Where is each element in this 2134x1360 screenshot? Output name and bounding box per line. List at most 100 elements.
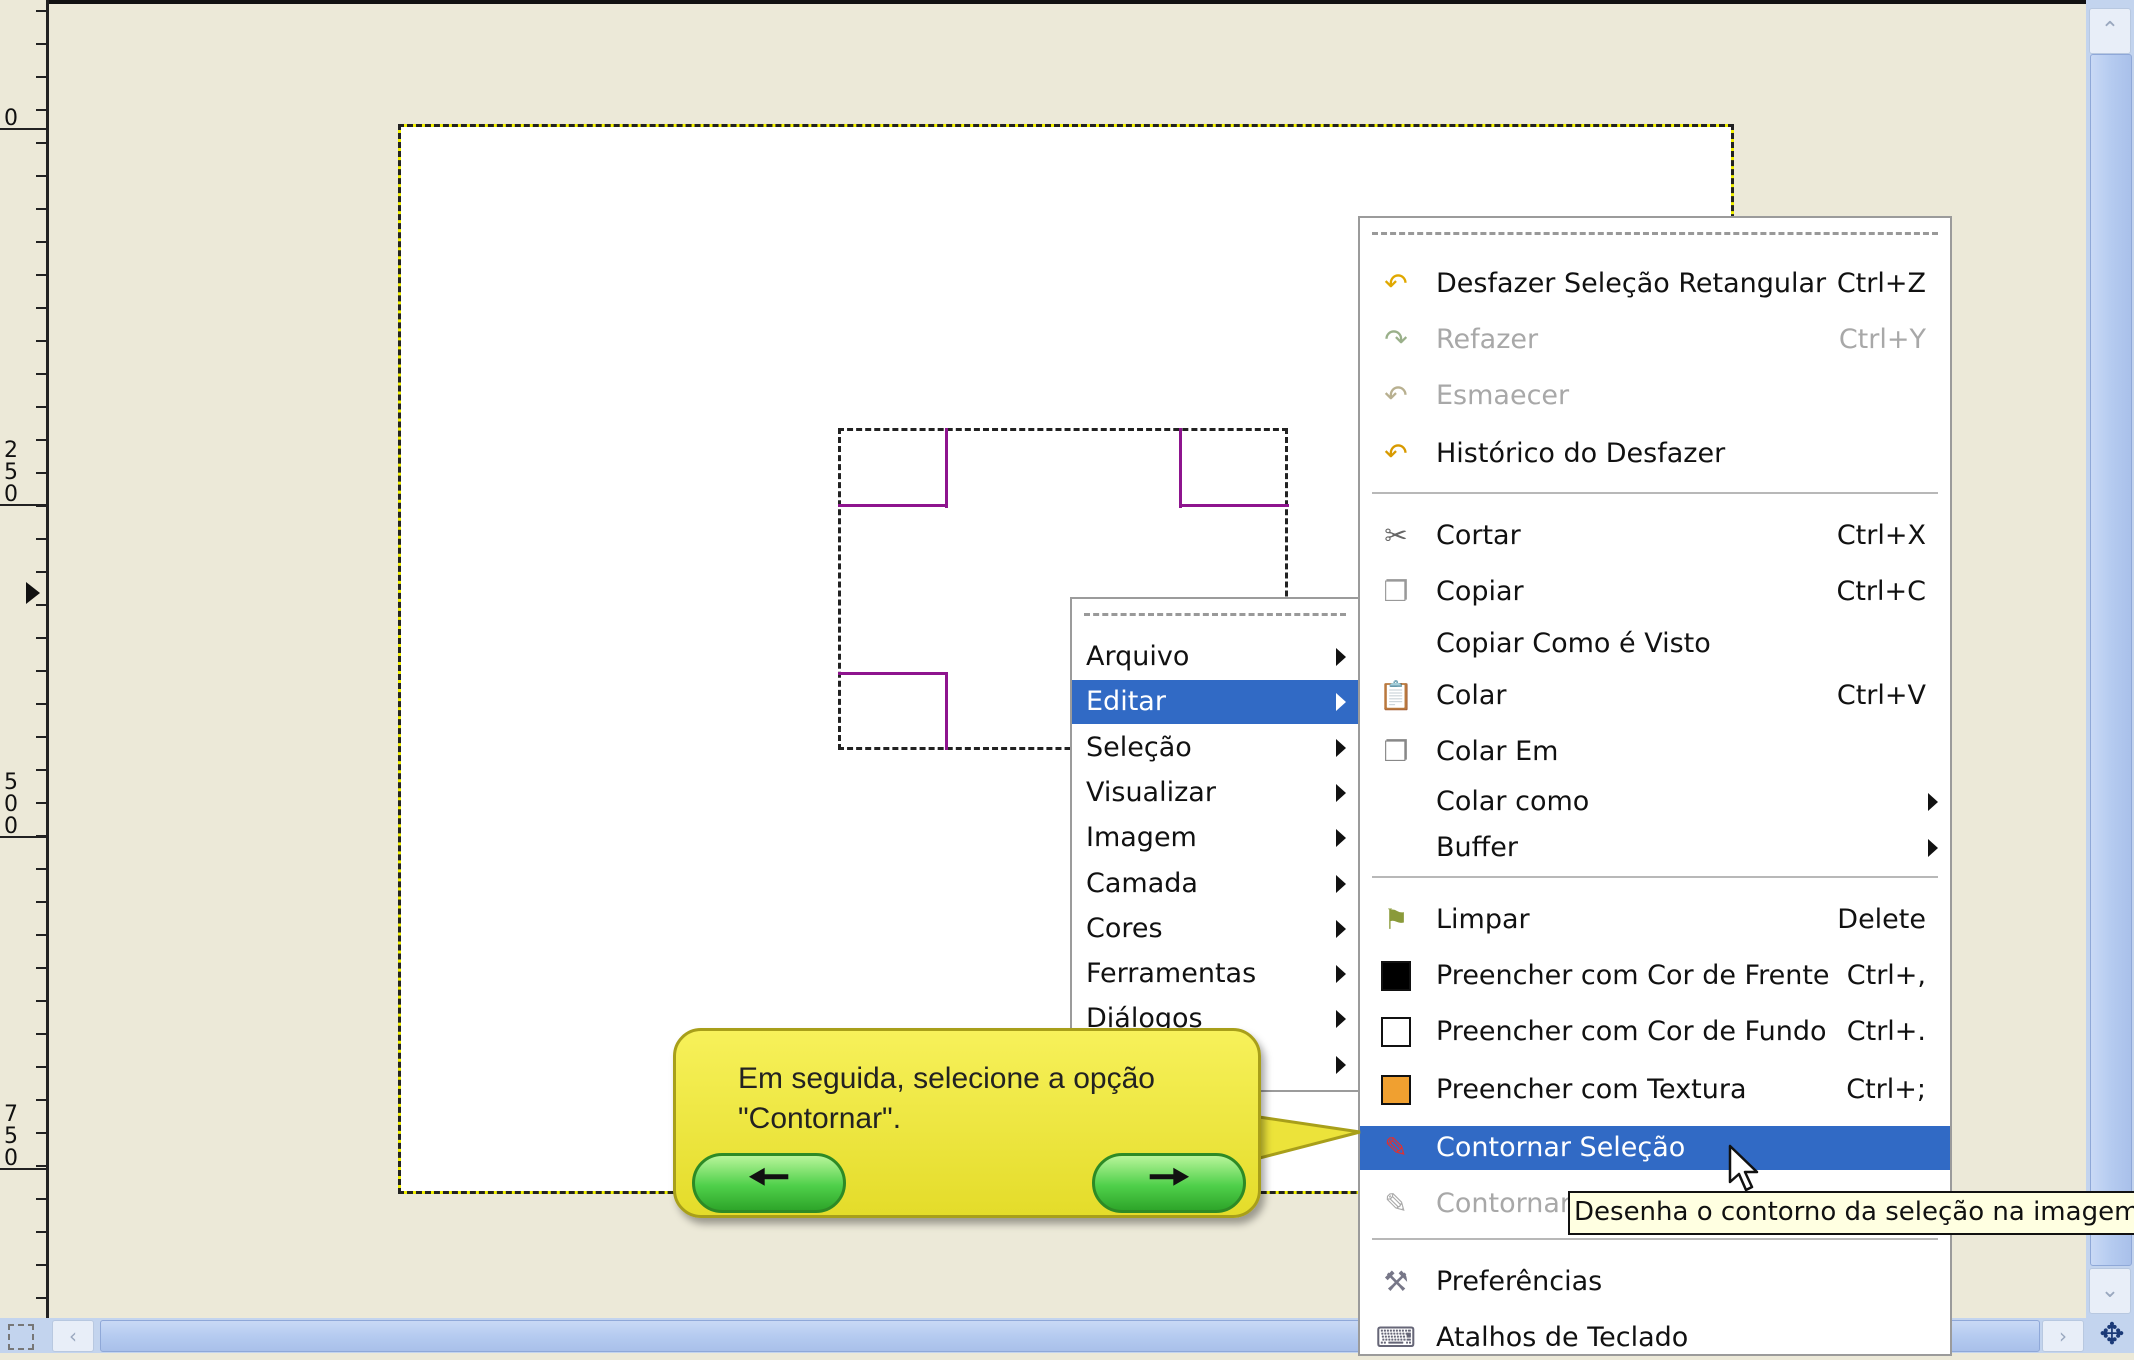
ruler-tick <box>36 1198 46 1200</box>
tooltip: Desenha o contorno da seleção na imagem <box>1568 1191 2134 1235</box>
edit-menu-item[interactable]: ⌨ Atalhos de Teclado <box>1360 1316 1950 1360</box>
submenu-arrow-icon <box>1336 965 1346 984</box>
vertical-scrollbar[interactable]: ⌃ ⌄ <box>2086 0 2134 1318</box>
edit-menu-item[interactable]: Preencher com Cor de Fundo Ctrl+. <box>1360 1010 1950 1054</box>
shortcut-label: Ctrl+; <box>1846 1074 1926 1105</box>
clear-icon: ⚑ <box>1383 903 1409 936</box>
scissors-icon: ✂ <box>1384 519 1408 552</box>
submenu-arrow-icon <box>1336 1010 1346 1029</box>
menu-item-imagem[interactable]: Imagem <box>1072 816 1358 860</box>
menu-item-selecao[interactable]: Seleção <box>1072 726 1358 770</box>
menu-item-label: Arquivo <box>1086 641 1190 672</box>
ruler-tick <box>36 868 46 870</box>
ruler-tick <box>36 1000 46 1002</box>
ruler-label-digit: 0 <box>4 814 18 839</box>
edit-menu-item[interactable]: ⚒ Preferências <box>1360 1260 1950 1304</box>
menu-item-editar[interactable]: Editar <box>1072 680 1358 725</box>
scroll-up-icon[interactable]: ⌃ <box>2089 8 2131 54</box>
mouse-cursor-icon <box>1728 1144 1759 1192</box>
ruler-tick <box>36 538 46 540</box>
arrow-right-icon: 🠖 <box>1147 1148 1190 1205</box>
paste-into-icon: ❐ <box>1383 735 1409 768</box>
redo-icon: ↷ <box>1384 323 1408 356</box>
window-top-border <box>46 0 2086 4</box>
submenu-arrow-icon <box>1336 783 1346 802</box>
edit-menu-item[interactable]: Colar como <box>1360 780 1950 824</box>
ruler-tick <box>36 10 46 12</box>
ruler-tick <box>36 274 46 276</box>
edit-menu-item-label: Refazer <box>1436 324 1539 355</box>
ruler-tick <box>36 901 46 903</box>
ruler-tick <box>36 1132 46 1134</box>
ruler-label-digit: 0 <box>4 106 18 131</box>
shortcut-label: Ctrl+X <box>1836 520 1926 551</box>
menu-item-label: Visualizar <box>1086 776 1216 808</box>
next-button[interactable]: 🠖 <box>1092 1149 1246 1213</box>
menu-separator <box>1372 1238 1938 1240</box>
ruler-tick <box>36 340 46 342</box>
menu-item-label: Camada <box>1086 867 1198 899</box>
ruler-tick <box>36 373 46 375</box>
vertical-scroll-thumb[interactable] <box>2090 54 2132 1266</box>
quick-mask-icon[interactable] <box>8 1324 34 1350</box>
menu-tearoff[interactable] <box>1084 613 1346 616</box>
stroke-selection-icon: ✎ <box>1384 1131 1408 1164</box>
menu-item-arquivo[interactable]: Arquivo <box>1072 635 1358 679</box>
navigate-icon[interactable]: ✥ <box>2094 1320 2130 1350</box>
ruler-label-digit: 0 <box>4 1146 18 1171</box>
edit-menu-item[interactable]: ❐ Colar Em <box>1360 730 1950 774</box>
edit-menu-item-label: Copiar <box>1436 576 1524 607</box>
menu-item-ferramentas[interactable]: Ferramentas <box>1072 952 1358 996</box>
edit-menu-item[interactable]: ✎ Contornar Seleção <box>1360 1126 1950 1170</box>
back-button[interactable]: 🠔 <box>692 1149 846 1213</box>
edit-menu-item[interactable]: Buffer <box>1360 826 1950 870</box>
edit-menu-item[interactable]: ↶ Esmaecer <box>1360 374 1950 418</box>
menu-separator <box>1372 876 1938 878</box>
edit-menu-item-label: Limpar <box>1436 904 1530 935</box>
preferences-icon: ⚒ <box>1383 1265 1409 1298</box>
shortcut-label: Ctrl+V <box>1836 680 1926 711</box>
arrow-left-icon: 🠔 <box>747 1148 790 1205</box>
undo-history-icon: ↶ <box>1384 437 1408 470</box>
ruler-tick <box>36 406 46 408</box>
vertical-ruler[interactable]: 0250500750 <box>0 0 49 1318</box>
callout-text: Em seguida, selecione a opção "Contornar… <box>738 1062 1155 1135</box>
menu-item-camada[interactable]: Camada <box>1072 862 1358 906</box>
submenu-tearoff[interactable] <box>1372 232 1938 235</box>
stroke-path-icon: ✎ <box>1384 1187 1408 1220</box>
edit-menu-item[interactable]: ↶ Histórico do Desfazer <box>1360 432 1950 476</box>
edit-menu-item[interactable]: Preencher com Textura Ctrl+; <box>1360 1068 1950 1112</box>
edit-menu-item-label: Esmaecer <box>1436 380 1570 411</box>
ruler-label-digit: 5 <box>4 1124 18 1149</box>
image-context-menu: Arquivo Editar Seleção Visualizar Imagem Cama… <box>1070 597 1360 1092</box>
edit-menu-item[interactable]: ↶ Desfazer Seleção Retangular Ctrl+Z <box>1360 262 1950 306</box>
edit-menu-item[interactable]: ✂ Cortar Ctrl+X <box>1360 514 1950 558</box>
scroll-right-icon[interactable]: › <box>2042 1320 2084 1352</box>
guide-line <box>838 504 948 507</box>
edit-menu-item[interactable]: Copiar Como é Visto <box>1360 622 1950 666</box>
scroll-down-icon[interactable]: ⌄ <box>2089 1268 2131 1314</box>
edit-menu-item[interactable]: Preencher com Cor de Frente Ctrl+, <box>1360 954 1950 998</box>
undo-icon: ↶ <box>1384 267 1408 300</box>
edit-menu-item-label: Contornar <box>1436 1188 1571 1219</box>
ruler-label-digit: 2 <box>4 438 18 463</box>
submenu-arrow-icon <box>1336 874 1346 893</box>
ruler-tick <box>36 769 46 771</box>
edit-menu-item[interactable]: ⚑ Limpar Delete <box>1360 898 1950 942</box>
submenu-arrow-icon <box>1928 793 1938 811</box>
ruler-label-digit: 5 <box>4 460 18 485</box>
ruler-tick <box>36 175 46 177</box>
edit-menu-item[interactable]: ❐ Copiar Ctrl+C <box>1360 570 1950 614</box>
ruler-tick <box>36 571 46 573</box>
scroll-left-icon[interactable]: ‹ <box>52 1320 94 1352</box>
edit-menu-item-label: Contornar Seleção <box>1436 1132 1686 1163</box>
edit-menu-item[interactable]: 📋 Colar Ctrl+V <box>1360 674 1950 718</box>
guide-line <box>838 672 948 675</box>
menu-item-label: Imagem <box>1086 822 1197 854</box>
ruler-tick <box>36 802 46 804</box>
menu-item-cores[interactable]: Cores <box>1072 907 1358 951</box>
edit-menu-item[interactable]: ↷ Refazer Ctrl+Y <box>1360 318 1950 362</box>
menu-item-label: Ferramentas <box>1086 958 1257 990</box>
menu-item-visualizar[interactable]: Visualizar <box>1072 771 1358 815</box>
menu-item-label: Seleção <box>1086 731 1192 763</box>
